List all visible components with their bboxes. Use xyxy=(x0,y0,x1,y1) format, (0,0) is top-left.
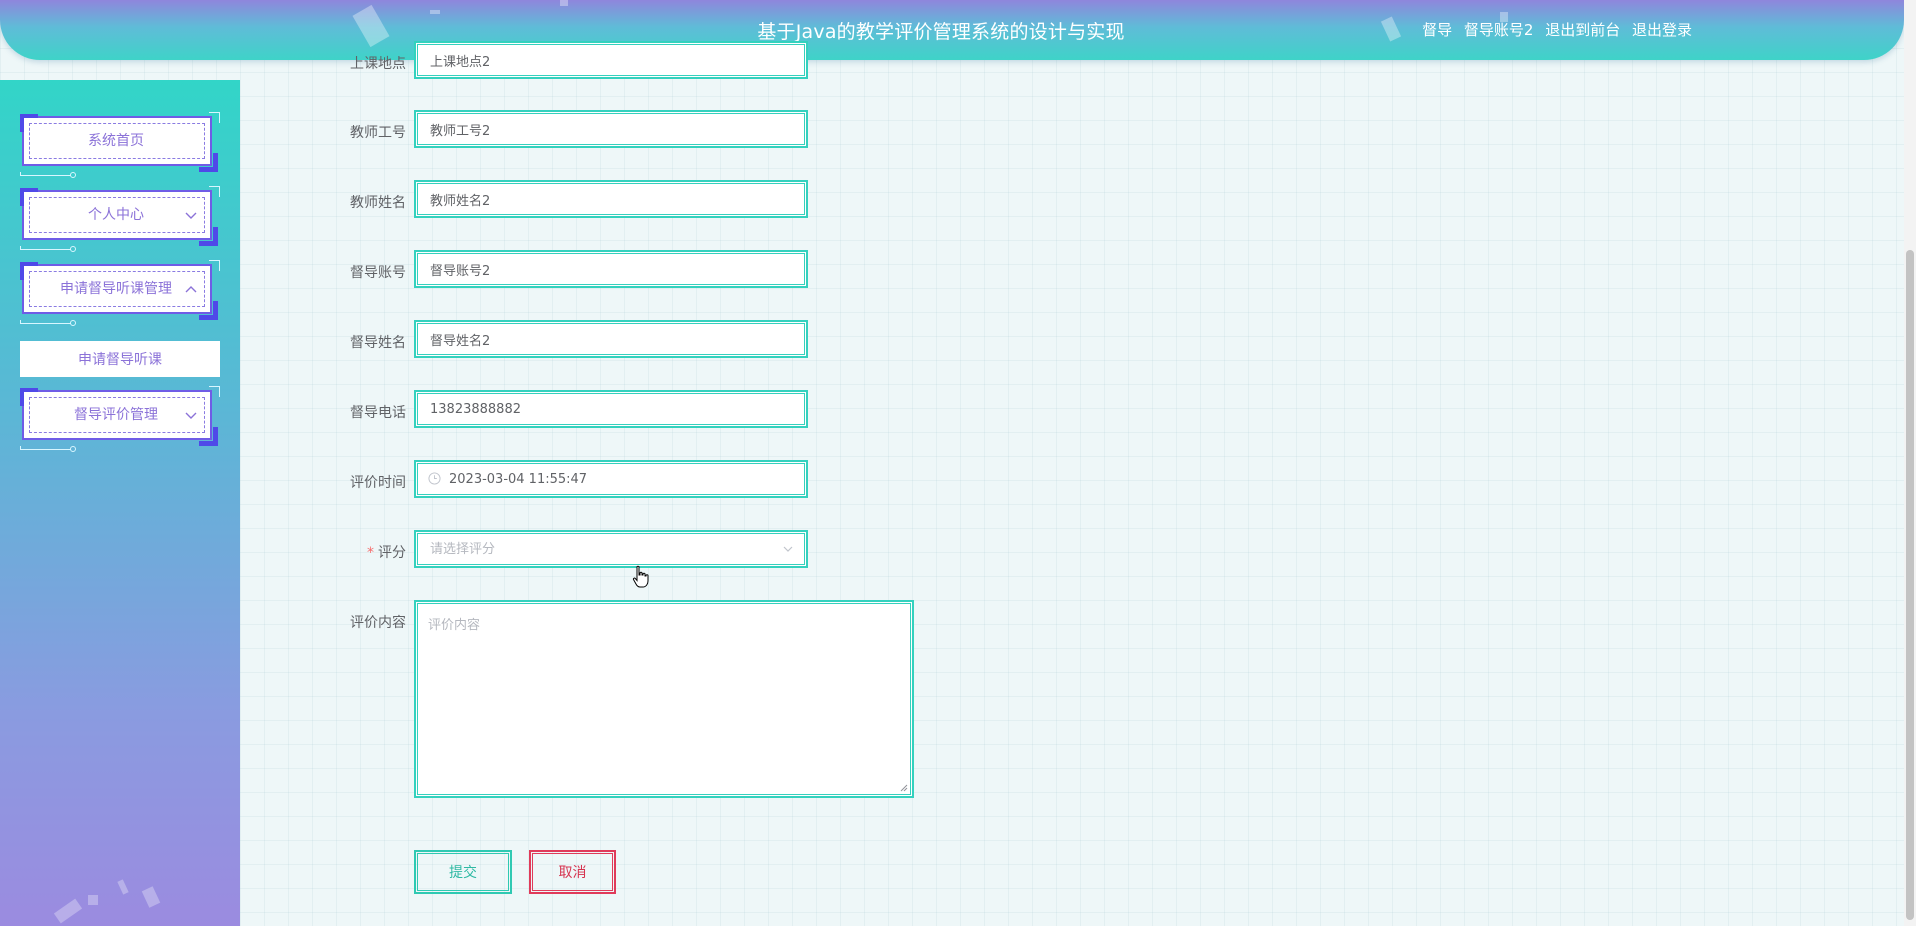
teacher-id-field-box xyxy=(414,110,808,148)
user-name: 督导账号2 xyxy=(1463,21,1534,39)
sidebar-item-personal-center[interactable]: 个人中心 xyxy=(20,186,220,252)
chevron-down-icon xyxy=(185,412,197,419)
required-mark: * xyxy=(367,545,374,561)
back-to-front-link[interactable]: 退出到前台 xyxy=(1545,21,1620,39)
supervisor-name-input[interactable] xyxy=(430,324,790,354)
eval-time-picker[interactable] xyxy=(449,464,789,494)
top-header: 基于Java的教学评价管理系统的设计与实现 督导 督导账号2 退出到前台 退出登… xyxy=(0,0,1904,60)
supervisor-phone-input[interactable] xyxy=(430,394,790,424)
location-field-box xyxy=(414,41,808,79)
user-role: 督导 xyxy=(1422,21,1453,39)
menu-tail-dot xyxy=(70,320,76,326)
header-decoration xyxy=(560,0,568,6)
menu-tail-dot xyxy=(70,446,76,452)
supervisor-name-field-box xyxy=(414,320,808,358)
content-textarea[interactable] xyxy=(428,614,898,784)
sidebar-decoration xyxy=(53,898,83,924)
sidebar-item-apply-audit-management[interactable]: 申请督导听课管理 xyxy=(20,260,220,326)
supervisor-phone-field-box xyxy=(414,390,808,428)
teacher-name-field-box xyxy=(414,180,808,218)
teacher-id-input[interactable] xyxy=(430,114,790,144)
score-select[interactable] xyxy=(414,530,808,568)
header-user-area: 督导 督导账号2 退出到前台 退出登录 xyxy=(1415,19,1692,40)
submit-button[interactable]: 提交 xyxy=(414,850,512,894)
field-label: 评价内容 xyxy=(350,615,406,631)
field-label: 督导电话 xyxy=(350,405,406,421)
field-label: 教师姓名 xyxy=(350,195,406,211)
chevron-down-icon xyxy=(783,546,793,552)
sidebar-decoration xyxy=(117,879,129,895)
menu-tail xyxy=(20,172,71,176)
sidebar-subitem-apply-audit[interactable]: 申请督导听课 xyxy=(20,341,220,377)
score-select-input[interactable] xyxy=(430,534,790,564)
field-label: 督导姓名 xyxy=(350,335,406,351)
sidebar-item-label: 系统首页 xyxy=(88,133,144,149)
scrollbar-thumb[interactable] xyxy=(1906,250,1914,920)
location-input[interactable] xyxy=(430,45,790,75)
clock-icon xyxy=(428,472,441,485)
cancel-button[interactable]: 取消 xyxy=(529,850,616,894)
teacher-name-input[interactable] xyxy=(430,184,790,214)
menu-tail-dot xyxy=(70,246,76,252)
field-label: 上课地点 xyxy=(350,56,406,72)
supervisor-account-input[interactable] xyxy=(430,254,790,284)
content-field-box xyxy=(414,600,914,798)
sidebar-decoration xyxy=(88,895,98,905)
page-scrollbar[interactable] xyxy=(1904,0,1916,926)
chevron-down-icon xyxy=(185,212,197,219)
hand-pointer-icon xyxy=(632,565,649,588)
menu-tail xyxy=(20,446,71,450)
menu-tail-dot xyxy=(70,172,76,178)
chevron-up-icon xyxy=(185,286,197,293)
supervisor-account-field-box xyxy=(414,250,808,288)
field-label: 评价时间 xyxy=(350,475,406,491)
field-label: 教师工号 xyxy=(350,125,406,141)
header-decoration xyxy=(430,10,440,14)
sidebar-item-home[interactable]: 系统首页 xyxy=(20,112,220,178)
score-label: 评分 xyxy=(378,545,406,561)
resize-handle-icon[interactable] xyxy=(898,782,908,792)
eval-time-field-box xyxy=(414,460,808,498)
field-label: 督导账号 xyxy=(350,265,406,281)
menu-tail xyxy=(20,246,71,250)
sidebar-item-evaluation-management[interactable]: 督导评价管理 xyxy=(20,386,220,452)
menu-tail xyxy=(20,320,71,324)
logout-link[interactable]: 退出登录 xyxy=(1632,21,1692,39)
field-label: * 评分 xyxy=(330,542,406,562)
sidebar-decoration xyxy=(141,886,161,908)
